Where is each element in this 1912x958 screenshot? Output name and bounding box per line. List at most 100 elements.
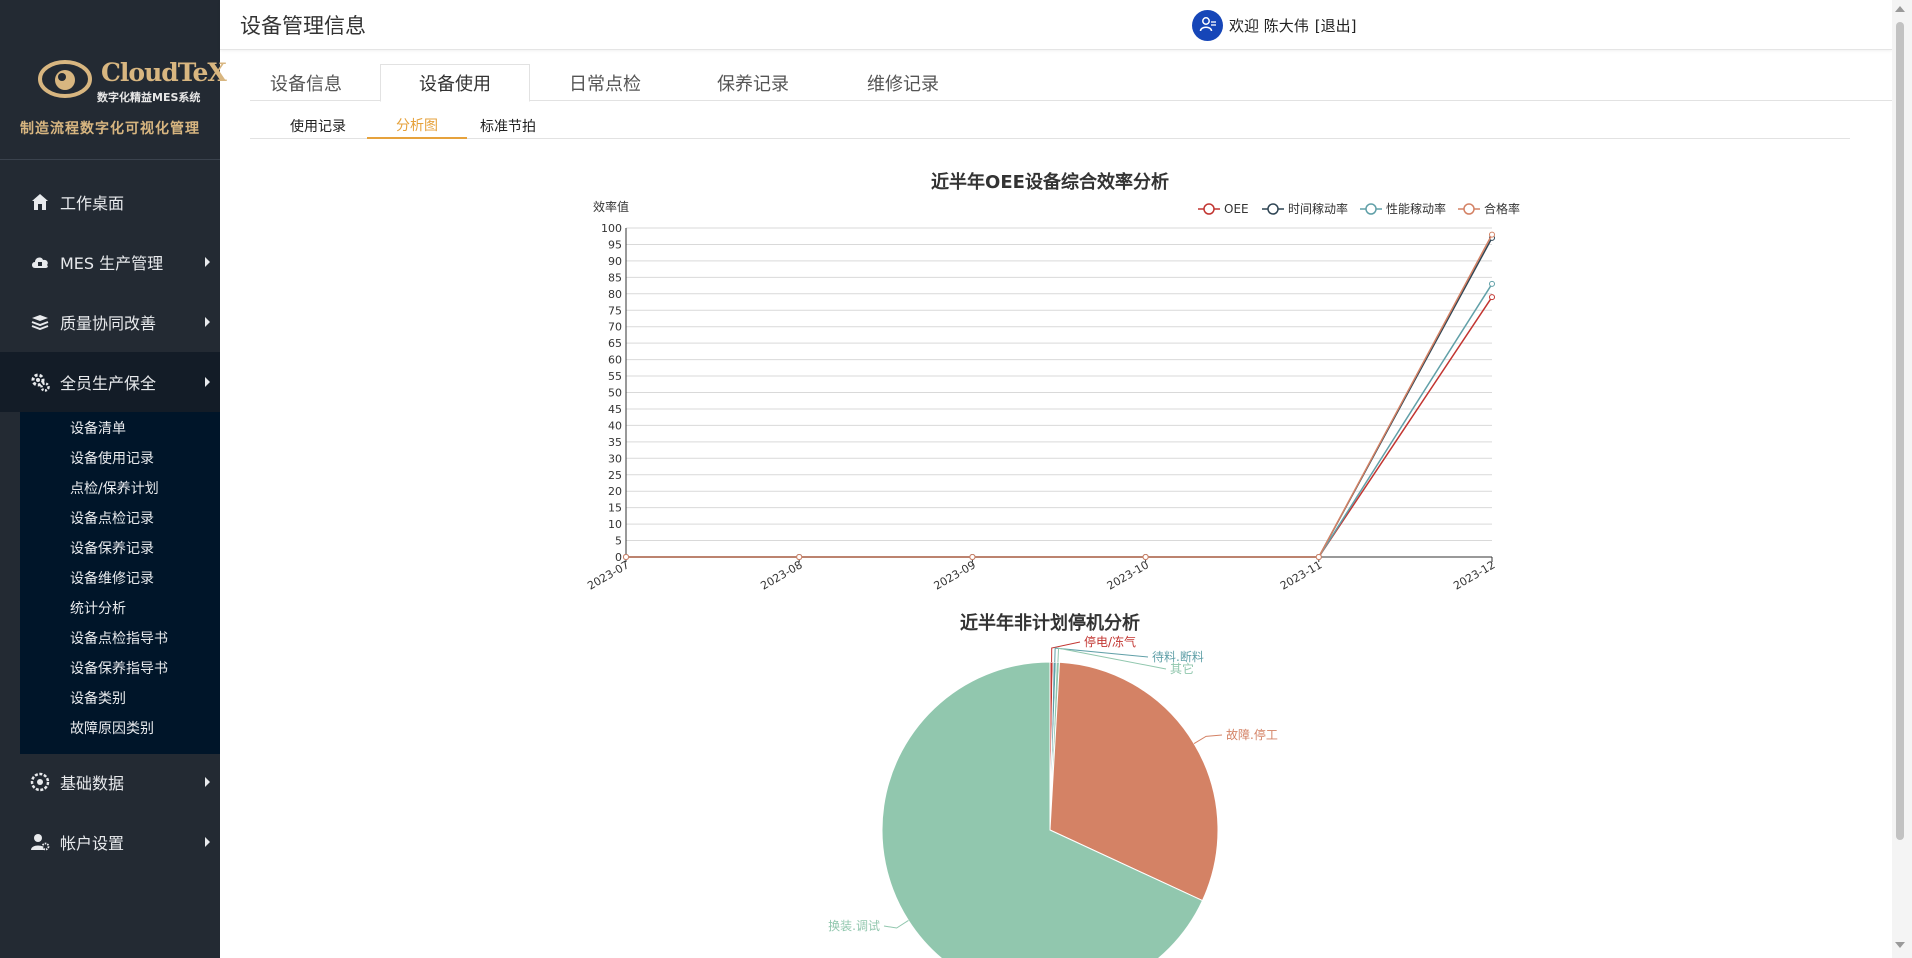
subtab-standard-takt[interactable]: 标准节拍 (476, 113, 540, 139)
sub-tabs: 使用记录 分析图 标准节拍 (250, 113, 1850, 139)
slice-label: 其它 (1170, 661, 1194, 676)
scroll-up-icon[interactable] (1895, 6, 1905, 12)
main-tabs: 设备信息 设备使用 日常点检 保养记录 维修记录 (250, 64, 1892, 102)
legend-entry: 性能稼动率 (1386, 201, 1446, 216)
chart-title: 近半年非计划停机分析 (960, 612, 1140, 634)
subtab-usage-records[interactable]: 使用记录 (280, 113, 356, 139)
sidebar-item-label: 全员生产保全 (60, 374, 157, 393)
chevron-right-icon (205, 257, 210, 267)
data-point (1489, 231, 1495, 238)
submenu-item-usage-records[interactable]: 设备使用记录 (70, 448, 154, 468)
sidebar-item-label: MES 生产管理 (60, 254, 164, 273)
data-point (623, 554, 629, 560)
subtab-analysis-chart[interactable]: 分析图 (367, 113, 467, 139)
settings-icon (30, 772, 50, 792)
sidebar-item-quality[interactable]: 质量协同改善 (0, 292, 220, 352)
submenu-item-inspection-plan[interactable]: 点检/保养计划 (70, 478, 159, 498)
scroll-thumb[interactable] (1896, 22, 1904, 840)
sidebar-item-workdesk[interactable]: 工作桌面 (0, 172, 220, 232)
sidebar-item-label: 帐户设置 (60, 834, 125, 853)
tab-daily-inspection[interactable]: 日常点检 (550, 64, 660, 101)
tab-equipment-usage[interactable]: 设备使用 (380, 64, 530, 102)
sidebar-item-account[interactable]: 帐户设置 (0, 812, 220, 872)
submenu-item-repair-records[interactable]: 设备维修记录 (70, 568, 154, 588)
legend-entry: 合格率 (1484, 201, 1520, 216)
y-tick-label: 10 (608, 518, 622, 531)
y-tick-label: 95 (608, 238, 622, 251)
cloud-icon (30, 252, 50, 272)
eye-logo-icon (38, 60, 92, 98)
tpm-submenu: 设备清单 设备使用记录 点检/保养计划 设备点检记录 设备保养记录 设备维修记录… (20, 412, 220, 754)
series-line (626, 234, 1493, 558)
tab-repair-records[interactable]: 维修记录 (848, 64, 958, 101)
y-tick-label: 40 (608, 419, 622, 432)
logout-link[interactable]: [退出] (1315, 15, 1357, 36)
y-tick-label: 50 (608, 387, 622, 400)
chevron-right-icon (205, 377, 210, 387)
y-tick-label: 25 (608, 469, 622, 482)
submenu-item-statistics[interactable]: 统计分析 (70, 598, 126, 618)
sidebar-item-tpm[interactable]: 全员生产保全 (0, 352, 220, 412)
x-tick-label: 2023-07 (585, 558, 631, 592)
legend-swatch-marker (1203, 203, 1215, 215)
series-line (626, 283, 1493, 558)
brand-subtitle: 数字化精益MES系统 (97, 91, 201, 104)
brand-logo: CloudTeX 数字化精益MES系统 制造流程数字化可视化管理 (0, 0, 227, 160)
y-tick-label: 75 (608, 304, 622, 317)
sidebar: CloudTeX 数字化精益MES系统 制造流程数字化可视化管理 工作桌面 ME… (0, 0, 227, 958)
scroll-down-icon[interactable] (1895, 942, 1905, 948)
x-tick-label: 2023-08 (758, 558, 804, 592)
submenu-item-equipment-list[interactable]: 设备清单 (70, 418, 126, 438)
sidebar-item-label: 基础数据 (60, 774, 125, 793)
chevron-right-icon (205, 777, 210, 787)
page-title: 设备管理信息 (240, 14, 366, 38)
submenu-item-equipment-category[interactable]: 设备类别 (70, 688, 126, 708)
y-tick-label: 90 (608, 255, 622, 268)
tab-equipment-info[interactable]: 设备信息 (250, 64, 362, 101)
submenu-item-fault-category[interactable]: 故障原因类别 (70, 718, 154, 738)
data-point (1489, 280, 1495, 287)
chevron-right-icon (205, 837, 210, 847)
slice-label: 故障.停工 (1226, 727, 1278, 742)
tab-maintenance-records[interactable]: 保养记录 (698, 64, 808, 101)
y-axis-label: 效率值 (593, 199, 629, 214)
y-tick-label: 5 (615, 535, 622, 548)
data-point (796, 554, 803, 560)
y-tick-label: 85 (608, 271, 622, 284)
top-header: 设备管理信息 欢迎 陈大伟 [退出] (220, 0, 1892, 50)
legend-entry: OEE (1224, 202, 1249, 216)
y-tick-label: 15 (608, 502, 622, 515)
submenu-item-maintenance-guide[interactable]: 设备保养指导书 (70, 658, 168, 678)
data-point (1315, 554, 1322, 560)
welcome-text: 欢迎 陈大伟 (1229, 16, 1309, 35)
page-scrollbar[interactable] (1892, 0, 1912, 958)
slice-label: 停电/冻气 (1084, 634, 1136, 649)
y-tick-label: 80 (608, 288, 622, 301)
data-point (1489, 294, 1495, 301)
user-avatar-icon[interactable] (1192, 9, 1223, 41)
legend-swatch-marker (1463, 203, 1475, 215)
legend-swatch-marker (1365, 203, 1377, 215)
y-tick-label: 30 (608, 452, 622, 465)
user-gear-icon (30, 832, 50, 852)
submenu-item-maintenance-records[interactable]: 设备保养记录 (70, 538, 154, 558)
submenu-item-inspection-records[interactable]: 设备点检记录 (70, 508, 154, 528)
chart-title: 近半年OEE设备综合效率分析 (931, 171, 1169, 193)
legend-swatch-marker (1267, 203, 1279, 215)
sidebar-item-mes[interactable]: MES 生产管理 (0, 232, 220, 292)
x-tick-label: 2023-12 (1451, 558, 1497, 592)
y-tick-label: 100 (601, 222, 622, 235)
y-tick-label: 60 (608, 354, 622, 367)
y-tick-label: 45 (608, 403, 622, 416)
data-point (1142, 554, 1149, 560)
sidebar-item-label: 工作桌面 (60, 194, 125, 213)
home-icon (30, 192, 50, 212)
submenu-item-inspection-guide[interactable]: 设备点检指导书 (70, 628, 168, 648)
sidebar-item-base-data[interactable]: 基础数据 (0, 752, 220, 812)
gears-icon (30, 372, 50, 392)
x-tick-label: 2023-10 (1105, 558, 1151, 592)
y-tick-label: 70 (608, 321, 622, 334)
y-tick-label: 55 (608, 370, 622, 383)
label-line (1193, 734, 1223, 745)
layers-icon (30, 312, 50, 332)
